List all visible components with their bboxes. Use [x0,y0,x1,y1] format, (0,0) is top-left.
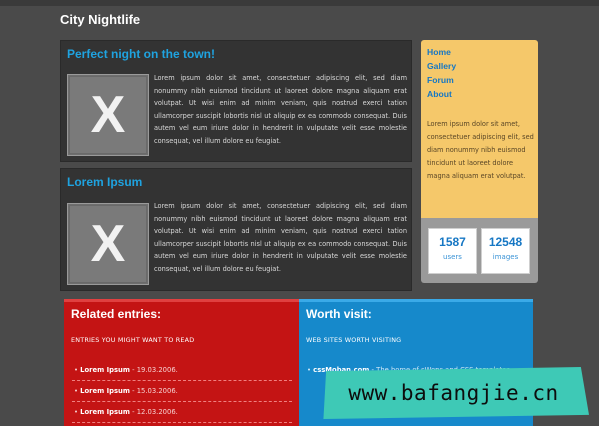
stat-images: 12548 images [481,228,530,274]
sidebar-nav: Home Gallery Forum About Lorem ipsum dol… [421,40,538,218]
entry-date: - 15.03.2006. [129,387,178,395]
worth-subheading: WEB SITES WORTH VISITING [306,336,402,344]
post-heading[interactable]: Lorem Ipsum [67,175,142,189]
entry-title[interactable]: Lorem Ipsum [80,387,130,395]
stat-users-value: 1587 [439,235,466,249]
list-item[interactable]: • Lorem Ipsum - 12.03.2006. [72,402,292,423]
nav-list: Home Gallery Forum About [427,45,456,101]
related-heading: Related entries: [71,307,162,321]
entry-title[interactable]: Lorem Ipsum [80,408,130,416]
nav-item-gallery[interactable]: Gallery [427,59,456,73]
post-panel: Lorem Ipsum X Lorem ipsum dolor sit amet… [60,168,412,291]
entry-title[interactable]: Lorem Ipsum [80,366,130,374]
nav-item-home[interactable]: Home [427,45,456,59]
related-subheading: ENTRIES YOU MIGHT WANT TO READ [71,336,195,344]
post-body: Lorem ipsum dolor sit amet, consectetuer… [154,74,407,145]
nav-item-forum[interactable]: Forum [427,73,456,87]
post-panel: Perfect night on the town! X Lorem ipsum… [60,40,412,162]
entry-date: - 19.03.2006. [129,366,178,374]
placeholder-x-icon: X [69,76,147,154]
related-list: • Lorem Ipsum - 19.03.2006. • Lorem Ipsu… [72,360,292,423]
list-item[interactable]: • Lorem Ipsum - 19.03.2006. [72,360,292,381]
stats-box: 1587 users 12548 images [421,218,538,283]
stat-users-label: users [443,253,462,261]
placeholder-x-icon: X [69,205,147,283]
entry-date: - 12.03.2006. [129,408,178,416]
stat-users: 1587 users [428,228,477,274]
watermark-banner: www.bafangjie.cn [323,367,589,419]
list-item[interactable]: • Lorem Ipsum - 15.03.2006. [72,381,292,402]
sidebar-text: Lorem ipsum dolor sit amet, consectetuer… [427,120,534,180]
top-bar [0,0,599,6]
post-body: Lorem ipsum dolor sit amet, consectetuer… [154,202,407,273]
stat-images-value: 12548 [488,235,523,249]
post-thumbnail: X [67,74,149,156]
post-thumbnail: X [67,203,149,285]
site-title[interactable]: City Nightlife [60,12,140,27]
post-heading[interactable]: Perfect night on the town! [67,47,215,61]
related-entries-section: Related entries: ENTRIES YOU MIGHT WANT … [64,299,299,426]
worth-heading: Worth visit: [306,307,372,321]
stat-images-label: images [492,253,519,261]
nav-item-about[interactable]: About [427,87,456,101]
